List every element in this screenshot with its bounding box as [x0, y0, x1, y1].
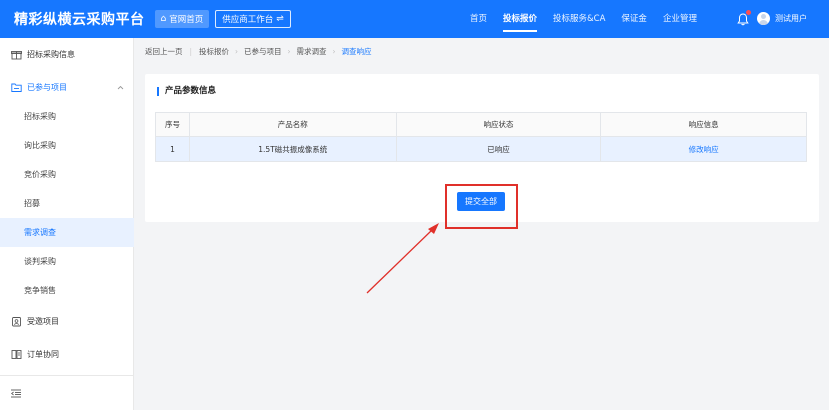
notification-dot — [746, 10, 751, 15]
sidebar-item-tender-purchase[interactable]: 招标采购 — [0, 102, 134, 131]
official-home-label: 官网首页 — [169, 15, 204, 25]
sidebar-item-participated-projects[interactable]: 已参与项目 — [0, 73, 134, 102]
breadcrumb-divider: | — [189, 46, 193, 56]
gift-icon — [11, 51, 22, 60]
column-header: 响应状态 — [395, 112, 602, 137]
nav-enterprise-management[interactable]: 企业管理 — [663, 0, 697, 38]
main-nav: 首页 投标报价 投标服务&CA 保证金 企业管理 — [470, 0, 713, 38]
nav-bid-service-ca[interactable]: 投标服务&CA — [553, 0, 605, 38]
sidebar-item-invited-projects[interactable]: 受邀项目 — [0, 307, 134, 336]
sidebar-item-label: 招标采购信息 — [27, 50, 75, 59]
modify-response-link[interactable]: 修改响应 — [600, 136, 807, 162]
breadcrumb-item-demand-survey[interactable]: 需求调查 — [297, 46, 327, 57]
column-header: 产品名称 — [188, 112, 397, 137]
table-row: 1 1.5T磁共振成像系统 已响应 修改响应 — [155, 136, 807, 162]
chevron-right-icon: › — [287, 46, 291, 56]
row-index: 1 — [155, 136, 190, 162]
supplier-workbench-label: 供应商工作台 — [222, 15, 274, 25]
invite-icon — [12, 317, 21, 327]
sidebar-item-label: 受邀项目 — [27, 317, 59, 326]
platform-logo[interactable]: 精彩纵横云采购平台 — [14, 9, 145, 29]
breadcrumb-item-bid-quote[interactable]: 投标报价 — [199, 46, 229, 57]
breadcrumb-current: 调查响应 — [341, 46, 372, 56]
column-header: 响应信息 — [600, 112, 807, 137]
column-header: 序号 — [155, 112, 190, 137]
chevron-right-icon: › — [332, 46, 336, 56]
card-title: 产品参数信息 — [157, 87, 216, 96]
chevron-up-icon — [117, 85, 124, 90]
home-icon: ⌂ — [160, 14, 167, 24]
product-name: 1.5T磁共振成像系统 — [188, 136, 397, 162]
user-avatar[interactable] — [757, 12, 770, 25]
sidebar-item-inquiry-purchase[interactable]: 询比采购 — [0, 131, 134, 160]
nav-home[interactable]: 首页 — [470, 0, 487, 38]
breadcrumb-item-participated[interactable]: 已参与项目 — [244, 46, 282, 57]
folder-icon — [11, 83, 22, 92]
order-icon — [11, 350, 22, 359]
sidebar-item-demand-survey[interactable]: 需求调查 — [0, 218, 134, 247]
sidebar-item-order-collaboration[interactable]: 订单协同 — [0, 340, 134, 369]
top-header: 精彩纵横云采购平台 ⌂ 官网首页 供应商工作台 ⇌ 首页 投标报价 投标服务&C… — [0, 0, 829, 38]
sidebar-item-negotiation-purchase[interactable]: 谈判采购 — [0, 247, 134, 276]
sidebar-item-label: 已参与项目 — [27, 83, 67, 92]
table-header-row: 序号 产品名称 响应状态 响应信息 — [155, 112, 807, 137]
nav-deposit[interactable]: 保证金 — [621, 0, 647, 38]
highlight-box — [445, 184, 518, 229]
sidebar-item-label: 订单协同 — [27, 350, 59, 359]
sidebar-item-tender-info[interactable]: 招标采购信息 — [0, 40, 134, 69]
sidebar-item-competitive-sales[interactable]: 竞争销售 — [0, 276, 134, 305]
official-home-button[interactable]: ⌂ 官网首页 — [154, 10, 210, 28]
back-link[interactable]: 返回上一页 — [145, 46, 183, 57]
switch-icon: ⇌ — [276, 14, 284, 24]
collapse-menu-icon[interactable] — [11, 389, 21, 398]
nav-bid-quote[interactable]: 投标报价 — [503, 0, 538, 38]
sidebar-divider — [0, 375, 134, 376]
user-name[interactable]: 测试用户 — [775, 0, 807, 38]
sidebar-item-recruit[interactable]: 招募 — [0, 189, 134, 218]
notification-bell-icon[interactable] — [737, 10, 751, 26]
sidebar: 招标采购信息 已参与项目 招标采购 询比采购 竞价采购 招募 需求调查 谈判采购… — [0, 38, 134, 410]
chevron-right-icon: › — [235, 46, 239, 56]
breadcrumb: 返回上一页 | 投标报价 › 已参与项目 › 需求调查 › 调查响应 — [145, 38, 372, 64]
response-status: 已响应 — [395, 136, 602, 162]
sidebar-item-bidding-purchase[interactable]: 竞价采购 — [0, 160, 134, 189]
product-table: 序号 产品名称 响应状态 响应信息 1 1.5T磁共振成像系统 已响应 修改响应 — [155, 112, 807, 162]
supplier-workbench-button[interactable]: 供应商工作台 ⇌ — [215, 10, 291, 28]
